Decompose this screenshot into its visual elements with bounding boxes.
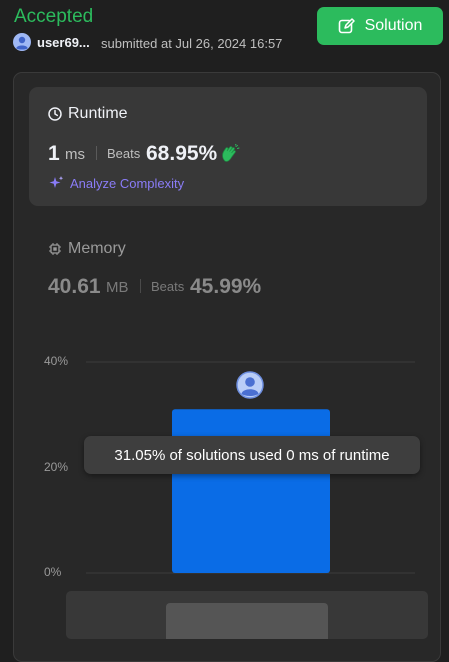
chart-tooltip: 31.05% of solutions used 0 ms of runtime: [84, 436, 420, 474]
chart-bar[interactable]: [172, 409, 330, 573]
user-position-avatar-icon: [236, 371, 264, 399]
runtime-distribution-chart[interactable]: [0, 0, 449, 652]
chart-range-handle[interactable]: [166, 603, 328, 639]
